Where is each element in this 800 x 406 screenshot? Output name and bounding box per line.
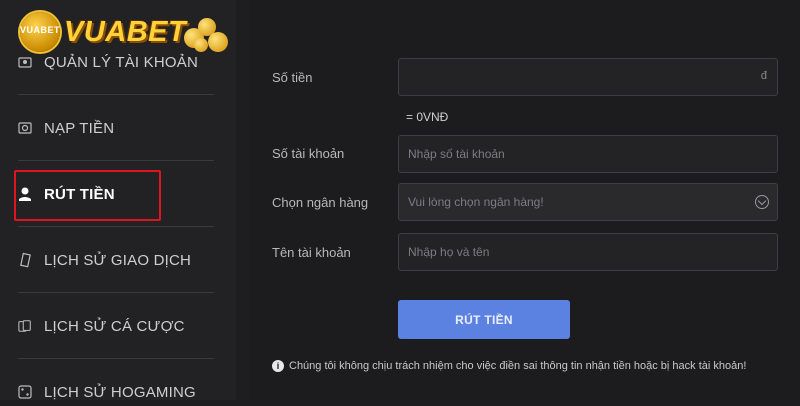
disclaimer-notice: i Chúng tôi không chịu trách nhiệm cho v… [272, 360, 746, 372]
sidebar-divider [18, 226, 214, 227]
amount-label: Số tiền [272, 70, 313, 85]
bet-history-icon [18, 318, 32, 334]
logo-badge-icon: VUABET [20, 12, 60, 52]
logo-text: VUABET [64, 16, 187, 48]
info-icon: i [272, 360, 284, 372]
account-number-input[interactable]: Nhập số tài khoản [398, 135, 778, 173]
account-number-label: Số tài khoản [272, 146, 345, 161]
withdraw-submit-button[interactable]: RÚT TIỀN [398, 300, 570, 339]
sidebar-item-account-management[interactable]: QUẢN LÝ TÀI KHOẢN [18, 48, 198, 76]
sidebar-divider [18, 292, 214, 293]
active-item-highlight [14, 170, 161, 221]
account-icon [18, 54, 32, 70]
sidebar-divider [18, 160, 214, 161]
sidebar-divider [18, 94, 214, 95]
hogaming-history-icon [18, 384, 32, 400]
deposit-icon [18, 120, 32, 136]
sidebar-divider [18, 358, 214, 359]
sidebar-item-deposit[interactable]: NẠP TIỀN [18, 114, 114, 142]
bank-select[interactable]: Vui lòng chọn ngân hàng! [398, 183, 778, 221]
account-name-input[interactable]: Nhập họ và tên [398, 233, 778, 271]
bank-label: Chọn ngân hàng [272, 195, 369, 210]
amount-input[interactable]: đ [398, 58, 778, 96]
currency-suffix: đ [760, 70, 767, 82]
account-name-label: Tên tài khoản [272, 245, 351, 260]
chevron-down-icon [755, 195, 769, 209]
transaction-history-icon [18, 252, 32, 268]
sidebar-item-bet-history[interactable]: LỊCH SỬ CÁ CƯỢC [18, 312, 185, 340]
converted-amount: = 0VNĐ [406, 110, 449, 124]
sidebar-item-transaction-history[interactable]: LỊCH SỬ GIAO DỊCH [18, 246, 191, 274]
sidebar-item-hogaming-history[interactable]: LỊCH SỬ HOGAMING [18, 378, 196, 406]
